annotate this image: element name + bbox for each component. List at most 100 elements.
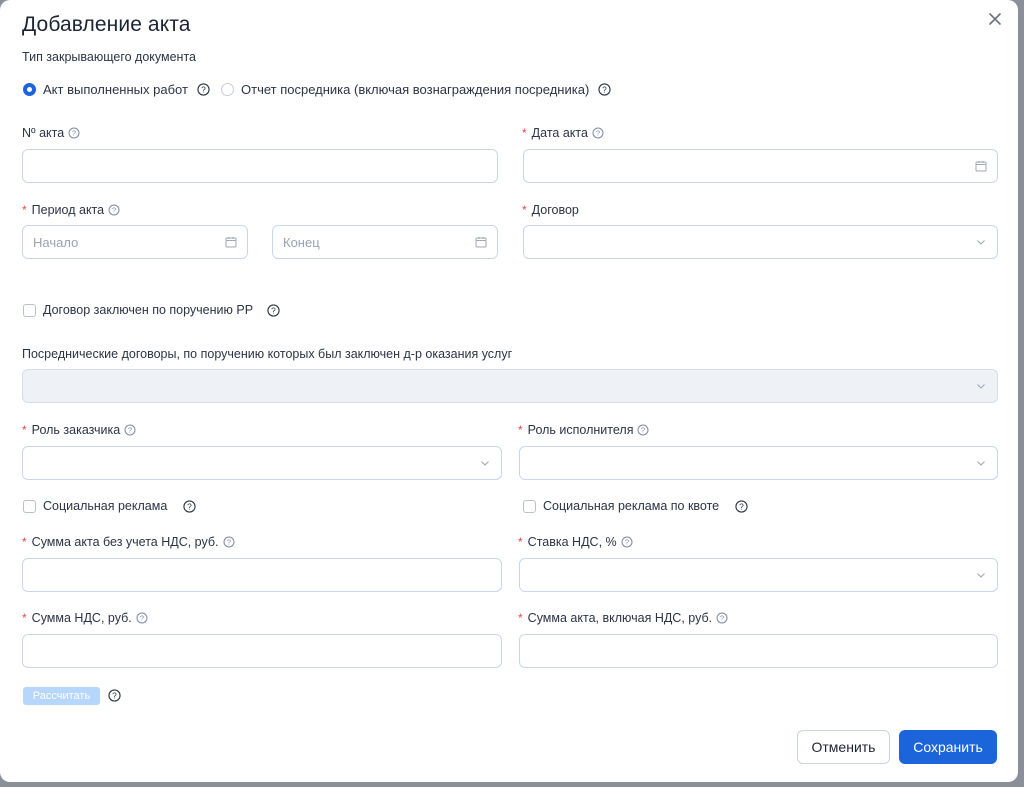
svg-text:?: ? [625,538,629,547]
chevron-down-icon[interactable] [975,569,987,581]
vat-rate-label: * Ставка НДС, % ? [518,535,633,549]
help-icon[interactable]: ? [68,127,80,139]
svg-text:?: ? [201,84,206,94]
period-end-input[interactable]: Конец [272,225,498,259]
radio-act-label: Акт выполненных работ [43,82,188,97]
doc-type-label: Тип закрывающего документа [22,50,196,64]
chevron-down-icon[interactable] [975,236,987,248]
vat-sum-label: * Сумма НДС, руб. ? [22,611,148,625]
sum-with-vat-label-text: Сумма акта, включая НДС, руб. [527,611,713,625]
radio-agent-report-indicator[interactable] [221,83,234,96]
svg-text:?: ? [271,305,276,315]
help-icon[interactable]: ? [598,83,611,96]
help-icon[interactable]: ? [136,612,148,624]
svg-text:?: ? [140,614,144,623]
act-date-input[interactable] [523,149,998,183]
act-number-label-text: Nº акта [22,126,65,140]
dialog-title: Добавление акта [22,13,191,36]
contract-label: * Договор [522,203,579,217]
help-icon[interactable]: ? [267,303,280,317]
required-mark: * [22,611,27,625]
save-button[interactable]: Сохранить [899,730,997,764]
chevron-down-icon[interactable] [975,457,987,469]
help-icon[interactable]: ? [716,612,728,624]
social-ad-checkbox[interactable] [23,499,36,513]
act-date-label: * Дата акта ? [522,126,604,140]
close-icon[interactable] [986,10,1004,28]
required-mark: * [22,423,27,437]
sum-without-vat-input[interactable] [22,558,502,592]
required-mark: * [522,126,527,140]
social-ad-quota-row[interactable]: Социальная реклама по квоте ? [523,499,748,513]
period-start-placeholder: Начало [33,234,79,250]
help-icon[interactable]: ? [621,536,633,548]
sum-without-vat-label: * Сумма акта без учета НДС, руб. ? [22,535,235,549]
required-mark: * [22,203,27,217]
radio-act-indicator[interactable] [23,83,36,96]
svg-text:?: ? [128,426,132,435]
calendar-icon[interactable] [475,236,487,248]
social-ad-quota-checkbox[interactable] [523,499,536,513]
vat-rate-select[interactable] [519,558,998,592]
help-icon[interactable]: ? [108,689,121,702]
act-number-input[interactable] [22,149,498,183]
intermediary-contracts-select[interactable] [22,369,998,403]
intermediary-contracts-label: Посреднические договоры, по поручению ко… [22,347,513,361]
calendar-icon[interactable] [975,160,987,172]
rr-checkbox-label: Договор заключен по поручению РР [43,303,254,317]
social-ad-row[interactable]: Социальная реклама ? [23,499,196,513]
sum-with-vat-label: * Сумма акта, включая НДС, руб. ? [518,611,728,625]
period-end-placeholder: Конец [283,234,320,250]
social-ad-quota-label: Социальная реклама по квоте [543,499,720,513]
help-icon[interactable]: ? [124,424,136,436]
help-icon[interactable]: ? [223,536,235,548]
help-icon[interactable]: ? [592,127,604,139]
svg-text:?: ? [720,614,724,623]
radio-agent-report-label: Отчет посредника (включая вознаграждения… [241,82,590,97]
svg-text:?: ? [187,501,192,511]
customer-role-label: * Роль заказчика ? [22,423,136,437]
required-mark: * [518,423,523,437]
help-icon[interactable]: ? [197,83,210,96]
svg-text:?: ? [596,129,600,138]
rr-checkbox-row[interactable]: Договор заключен по поручению РР ? [23,303,280,317]
svg-text:?: ? [112,690,117,700]
help-icon[interactable]: ? [735,499,748,513]
cancel-button[interactable]: Отменить [797,730,890,764]
sum-without-vat-label-text: Сумма акта без учета НДС, руб. [31,535,219,549]
help-icon[interactable]: ? [108,204,120,216]
svg-text:?: ? [739,501,744,511]
period-start-input[interactable]: Начало [22,225,248,259]
period-label-text: Период акта [31,203,105,217]
executor-role-select[interactable] [519,446,998,480]
act-date-label-text: Дата акта [531,126,588,140]
sum-with-vat-input[interactable] [519,634,998,668]
customer-role-select[interactable] [22,446,502,480]
svg-text:?: ? [72,129,76,138]
add-act-dialog: Добавление акта Тип закрывающего докумен… [0,0,1018,782]
svg-text:?: ? [112,206,116,215]
svg-text:?: ? [602,84,607,94]
rr-checkbox[interactable] [23,303,36,317]
required-mark: * [518,535,523,549]
required-mark: * [22,535,27,549]
chevron-down-icon[interactable] [975,380,987,392]
required-mark: * [522,203,527,217]
social-ad-label: Социальная реклама [43,499,168,513]
contract-select[interactable] [523,225,998,259]
executor-role-label: * Роль исполнителя ? [518,423,649,437]
vat-sum-input[interactable] [22,634,502,668]
help-icon[interactable]: ? [637,424,649,436]
period-label: * Период акта ? [22,203,120,217]
calculate-button[interactable]: Рассчитать [23,687,100,705]
calendar-icon[interactable] [225,236,237,248]
svg-text:?: ? [226,538,230,547]
radio-agent-report[interactable]: Отчет посредника (включая вознаграждения… [221,82,611,97]
vat-rate-label-text: Ставка НДС, % [527,535,617,549]
required-mark: * [518,611,523,625]
chevron-down-icon[interactable] [479,457,491,469]
radio-act[interactable]: Акт выполненных работ ? [23,82,210,97]
vat-sum-label-text: Сумма НДС, руб. [31,611,132,625]
help-icon[interactable]: ? [183,499,196,513]
contract-label-text: Договор [531,203,579,217]
